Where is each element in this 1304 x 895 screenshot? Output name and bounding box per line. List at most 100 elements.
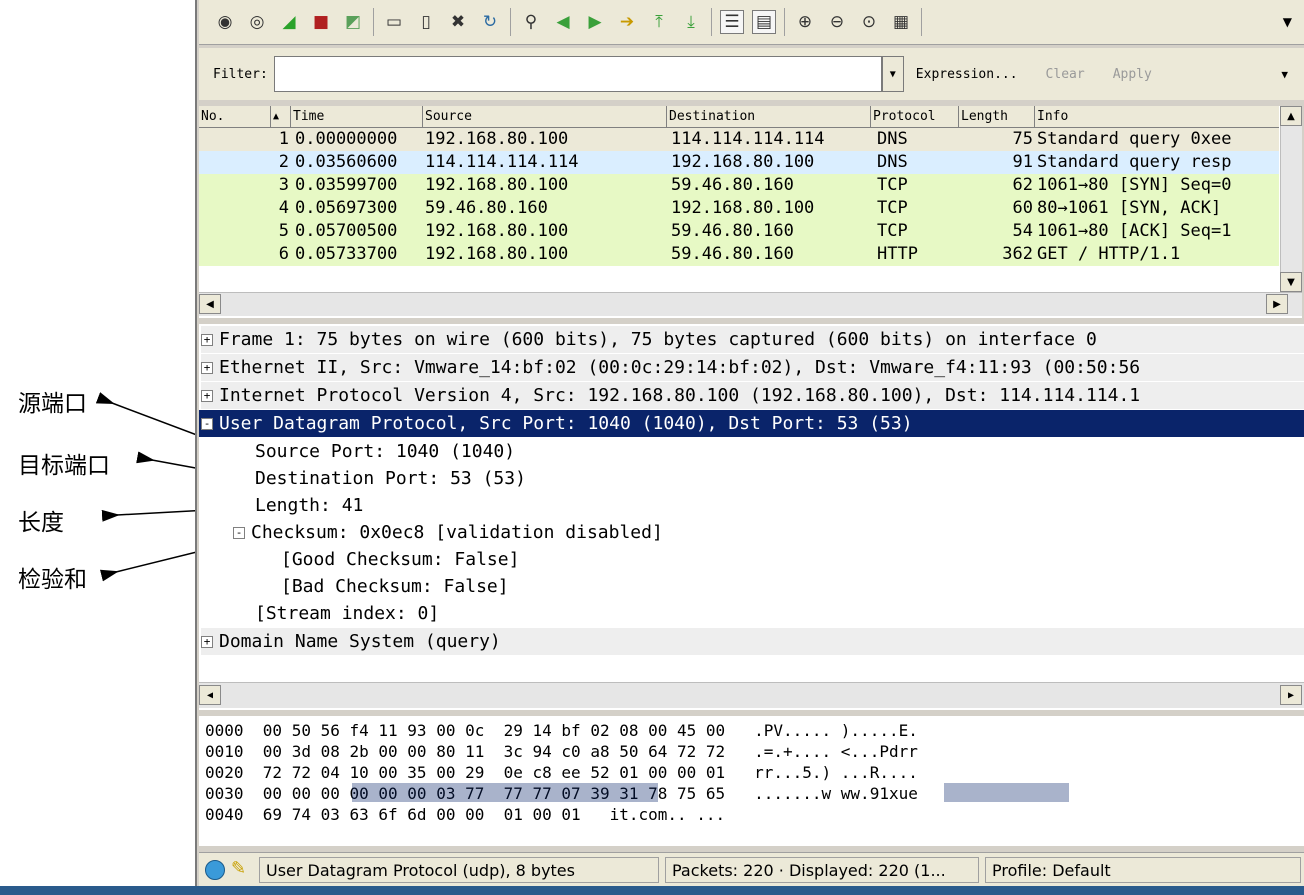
filterbar-overflow-icon[interactable]: ▼ bbox=[1281, 68, 1288, 81]
cell-protocol: TCP bbox=[877, 175, 908, 195]
hex-bytes: 72 72 04 10 00 35 00 29 bbox=[262, 763, 485, 782]
tree-item-label: Internet Protocol Version 4, Src: 192.16… bbox=[219, 385, 1141, 406]
first-packet-icon[interactable]: ⤒ bbox=[647, 10, 671, 34]
tree-item-udp[interactable]: - User Datagram Protocol, Src Port: 1040 … bbox=[199, 410, 1304, 437]
scroll-left-icon[interactable]: ◀ bbox=[199, 294, 221, 314]
toolbar-overflow-icon[interactable]: ▼ bbox=[1283, 15, 1292, 29]
status-protocol: User Datagram Protocol (udp), 8 bytes bbox=[259, 857, 659, 883]
tree-item-label: [Good Checksum: False] bbox=[281, 549, 520, 570]
cell-destination: 192.168.80.100 bbox=[671, 198, 815, 218]
expand-icon[interactable]: + bbox=[201, 334, 213, 346]
reload-icon[interactable]: ↻ bbox=[478, 10, 502, 34]
stop-capture-icon[interactable]: ■ bbox=[309, 10, 333, 34]
scroll-left-icon[interactable]: ◀ bbox=[199, 685, 221, 705]
scroll-right-icon[interactable]: ▶ bbox=[1280, 685, 1302, 705]
packet-row[interactable]: 1 0.00000000 192.168.80.100 114.114.114.… bbox=[199, 128, 1279, 151]
column-header-destination[interactable]: Destination bbox=[667, 106, 871, 128]
column-header-time[interactable]: Time bbox=[291, 106, 423, 128]
annotation-checksum: 检验和 bbox=[18, 567, 87, 593]
cell-destination: 114.114.114.114 bbox=[671, 129, 825, 149]
scroll-right-icon[interactable]: ▶ bbox=[1266, 294, 1288, 314]
interface-list-icon[interactable]: ◉ bbox=[213, 10, 237, 34]
go-to-packet-icon[interactable]: ➔ bbox=[615, 10, 639, 34]
tree-item-bad-checksum[interactable]: [Bad Checksum: False] bbox=[281, 573, 509, 600]
close-file-icon[interactable]: ✖ bbox=[446, 10, 470, 34]
tree-item-destination-port[interactable]: Destination Port: 53 (53) bbox=[255, 465, 526, 492]
column-header-source[interactable]: Source bbox=[423, 106, 667, 128]
tree-item-length[interactable]: Length: 41 bbox=[255, 492, 363, 519]
resize-columns-icon[interactable]: ▦ bbox=[889, 10, 913, 34]
column-header-protocol[interactable]: Protocol bbox=[871, 106, 959, 128]
ascii-selection-highlight bbox=[944, 783, 1069, 802]
packet-list-vertical-scrollbar[interactable]: ▲ ▼ bbox=[1280, 106, 1302, 292]
hex-ascii: rr...5.) ...R.... bbox=[754, 763, 918, 782]
expand-icon[interactable]: + bbox=[201, 636, 213, 648]
hex-bytes: 29 14 bf 02 08 00 45 00 bbox=[503, 721, 726, 740]
collapse-icon[interactable]: - bbox=[201, 418, 213, 430]
normal-size-icon[interactable]: ⊙ bbox=[857, 10, 881, 34]
clear-button[interactable]: Clear bbox=[1046, 67, 1085, 82]
status-profile[interactable]: Profile: Default bbox=[985, 857, 1301, 883]
packet-list: No. ▲ Time Source Destination Protocol L… bbox=[199, 106, 1302, 318]
capture-comments-icon[interactable]: ✎ bbox=[231, 858, 253, 880]
save-file-icon[interactable]: ▯ bbox=[414, 10, 438, 34]
cell-length: 75 bbox=[1012, 129, 1033, 149]
packet-details-tree: + Frame 1: 75 bytes on wire (600 bits), 7… bbox=[199, 324, 1304, 710]
filter-dropdown-icon[interactable]: ▼ bbox=[881, 56, 904, 92]
column-header-label: No. bbox=[201, 109, 225, 124]
column-header-label: Info bbox=[1037, 109, 1069, 124]
restart-capture-icon[interactable]: ◩ bbox=[341, 10, 365, 34]
start-capture-icon[interactable]: ◢ bbox=[277, 10, 301, 34]
sort-ascending-icon[interactable]: ▲ bbox=[271, 106, 291, 128]
hex-bytes: 69 74 03 63 6f 6d 00 00 bbox=[262, 805, 485, 824]
apply-button[interactable]: Apply bbox=[1113, 67, 1152, 82]
tree-item-ipv4[interactable]: + Internet Protocol Version 4, Src: 192.1… bbox=[201, 382, 1304, 409]
open-file-icon[interactable]: ▭ bbox=[382, 10, 406, 34]
cell-no: 4 bbox=[278, 198, 289, 218]
scroll-down-icon[interactable]: ▼ bbox=[1280, 272, 1302, 292]
collapse-icon[interactable]: - bbox=[233, 527, 245, 539]
filter-input[interactable] bbox=[273, 56, 882, 92]
zoom-out-icon[interactable]: ⊖ bbox=[825, 10, 849, 34]
packet-row[interactable]: 4 0.05697300 59.46.80.160 192.168.80.100… bbox=[199, 197, 1279, 220]
scroll-up-icon[interactable]: ▲ bbox=[1280, 106, 1302, 126]
capture-options-icon[interactable]: ◎ bbox=[245, 10, 269, 34]
cell-protocol: DNS bbox=[877, 152, 908, 172]
column-header-label: Source bbox=[425, 109, 472, 124]
zoom-in-icon[interactable]: ⊕ bbox=[793, 10, 817, 34]
packet-row[interactable]: 6 0.05733700 192.168.80.100 59.46.80.160… bbox=[199, 243, 1279, 266]
find-icon[interactable]: ⚲ bbox=[519, 10, 543, 34]
column-header-no[interactable]: No. bbox=[199, 106, 271, 128]
tree-item-ethernet[interactable]: + Ethernet II, Src: Vmware_14:bf:02 (00:0… bbox=[201, 354, 1304, 381]
hex-offset: 0000 bbox=[205, 721, 244, 740]
packet-row[interactable]: 3 0.03599700 192.168.80.100 59.46.80.160… bbox=[199, 174, 1279, 197]
status-protocol-text: User Datagram Protocol (udp), 8 bytes bbox=[266, 861, 575, 880]
hex-line[interactable]: 0010 00 3d 08 2b 00 00 80 11 3c 94 c0 a8… bbox=[205, 741, 918, 762]
go-forward-icon[interactable]: ▶ bbox=[583, 10, 607, 34]
autoscroll-icon[interactable]: ▤ bbox=[752, 10, 776, 34]
packet-list-header: No. ▲ Time Source Destination Protocol L… bbox=[199, 106, 1279, 128]
hex-line[interactable]: 0040 69 74 03 63 6f 6d 00 00 01 00 01 it… bbox=[205, 804, 725, 825]
cell-destination: 192.168.80.100 bbox=[671, 152, 815, 172]
column-header-info[interactable]: Info bbox=[1035, 106, 1279, 128]
tree-item-checksum[interactable]: - Checksum: 0x0ec8 [validation disabled] bbox=[233, 519, 663, 546]
last-packet-icon[interactable]: ⤓ bbox=[679, 10, 703, 34]
packet-list-horizontal-scrollbar[interactable]: ◀ ▶ bbox=[199, 292, 1302, 316]
packet-row[interactable]: 2 0.03560600 114.114.114.114 192.168.80.… bbox=[199, 151, 1279, 174]
go-back-icon[interactable]: ◀ bbox=[551, 10, 575, 34]
hex-line[interactable]: 0000 00 50 56 f4 11 93 00 0c 29 14 bf 02… bbox=[205, 720, 918, 741]
tree-item-good-checksum[interactable]: [Good Checksum: False] bbox=[281, 546, 519, 573]
tree-item-source-port[interactable]: Source Port: 1040 (1040) bbox=[255, 438, 515, 465]
hex-line[interactable]: 0020 72 72 04 10 00 35 00 29 0e c8 ee 52… bbox=[205, 762, 918, 783]
expand-icon[interactable]: + bbox=[201, 362, 213, 374]
tree-item-dns[interactable]: + Domain Name System (query) bbox=[201, 628, 1304, 655]
packet-row[interactable]: 5 0.05700500 192.168.80.100 59.46.80.160… bbox=[199, 220, 1279, 243]
tree-item-frame[interactable]: + Frame 1: 75 bytes on wire (600 bits), 7… bbox=[201, 326, 1304, 353]
expression-button[interactable]: Expression... bbox=[916, 67, 1018, 82]
expert-info-icon[interactable] bbox=[205, 860, 225, 880]
tree-item-stream-index[interactable]: [Stream index: 0] bbox=[255, 600, 439, 627]
colorize-icon[interactable]: ☰ bbox=[720, 10, 744, 34]
column-header-length[interactable]: Length bbox=[959, 106, 1035, 128]
details-horizontal-scrollbar[interactable]: ◀ ▶ bbox=[199, 682, 1304, 708]
expand-icon[interactable]: + bbox=[201, 390, 213, 402]
